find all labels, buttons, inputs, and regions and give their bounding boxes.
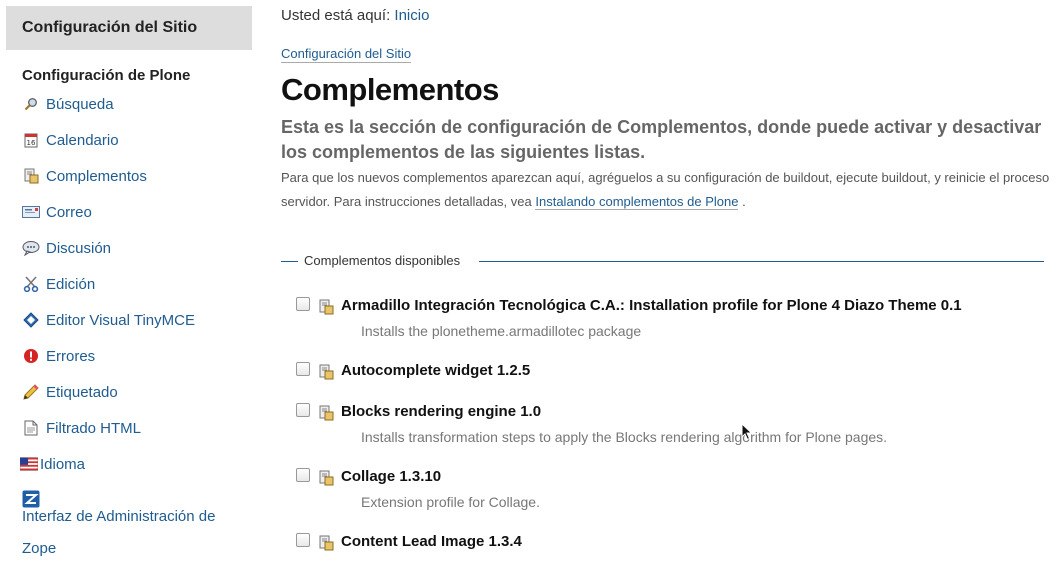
sidebar-item-label[interactable]: Idioma <box>40 456 85 473</box>
available-addons-legend: Complementos disponibles <box>281 252 1044 270</box>
sidebar-item-label[interactable]: Interfaz de Administración de Zope <box>22 501 237 565</box>
install-addons-link[interactable]: Instalando complementos de Plone <box>535 194 739 210</box>
mail-icon <box>22 203 40 221</box>
addon-checkbox[interactable] <box>296 403 310 417</box>
svg-text:16: 16 <box>27 139 36 147</box>
addon-checkbox[interactable] <box>296 297 310 311</box>
legend-divider-left <box>281 261 298 262</box>
sidebar-item-filtrado-html[interactable]: Filtrado HTML <box>22 410 252 446</box>
addon-checkbox[interactable] <box>296 468 310 482</box>
scissors-icon <box>22 275 40 293</box>
description-end: . <box>742 194 746 209</box>
sidebar-section-title: Configuración de Plone <box>22 67 191 84</box>
mouse-cursor-icon <box>741 422 753 446</box>
tinymce-icon <box>22 311 40 329</box>
sidebar-list: Búsqueda 16 Calendario Complementos Corr… <box>6 86 252 565</box>
sidebar-item-correo[interactable]: Correo <box>22 194 252 230</box>
addon-checkbox[interactable] <box>296 362 310 376</box>
addon-description: Installs the plonetheme.armadillotec pac… <box>361 323 642 339</box>
product-icon <box>318 364 334 380</box>
page-title: Complementos <box>281 72 499 107</box>
sidebar-item-busqueda[interactable]: Búsqueda <box>22 86 252 122</box>
document-icon <box>22 419 40 437</box>
sidebar-item-label[interactable]: Complementos <box>46 168 147 185</box>
sidebar-item-label[interactable]: Filtrado HTML <box>46 420 141 437</box>
addon-description: Installs transformation steps to apply t… <box>361 429 888 445</box>
page-lead: Esta es la sección de configuración de C… <box>281 117 1042 162</box>
addon-name[interactable]: Autocomplete widget 1.2.5 <box>341 362 530 379</box>
search-icon <box>22 95 40 113</box>
sidebar-item-label[interactable]: Calendario <box>46 132 119 149</box>
site-setup-link[interactable]: Configuración del Sitio <box>281 46 412 63</box>
addon-name[interactable]: Collage 1.3.10 <box>341 468 441 485</box>
addon-name[interactable]: Content Lead Image 1.3.4 <box>341 533 522 550</box>
sidebar-item-label[interactable]: Búsqueda <box>46 96 114 113</box>
product-icon <box>318 535 334 551</box>
addon-name[interactable]: Armadillo Integración Tecnológica C.A.: … <box>341 297 962 314</box>
sidebar-item-idioma[interactable]: Idioma <box>20 446 252 482</box>
sidebar-item-errores[interactable]: Errores <box>22 338 252 374</box>
product-icon <box>318 470 334 486</box>
sidebar-item-label[interactable]: Etiquetado <box>46 384 118 401</box>
sidebar-item-tinymce[interactable]: Editor Visual TinyMCE <box>22 302 252 338</box>
sidebar-item-label[interactable]: Discusión <box>46 240 111 257</box>
pencil-icon <box>22 383 40 401</box>
legend-divider-right <box>479 261 1044 262</box>
breadcrumb-prefix: Usted está aquí: <box>281 7 391 24</box>
sidebar-item-complementos[interactable]: Complementos <box>22 158 252 194</box>
addon-checkbox[interactable] <box>296 533 310 547</box>
addon-description: Extension profile for Collage. <box>361 494 540 510</box>
sidebar-item-label[interactable]: Editor Visual TinyMCE <box>46 312 195 329</box>
legend-text: Complementos disponibles <box>304 253 461 268</box>
breadcrumb-home-link[interactable]: Inicio <box>394 7 429 24</box>
site-setup-sidebar: Configuración del Sitio Configuración de… <box>6 6 252 565</box>
sidebar-item-edicion[interactable]: Edición <box>22 266 252 302</box>
sidebar-item-label[interactable]: Correo <box>46 204 92 221</box>
flag-icon <box>20 455 38 473</box>
product-icon <box>22 167 40 185</box>
sidebar-item-calendario[interactable]: 16 Calendario <box>22 122 252 158</box>
sidebar-item-discusion[interactable]: Discusión <box>22 230 252 266</box>
discussion-icon <box>22 239 40 257</box>
product-icon <box>318 299 334 315</box>
page-description: Para que los nuevos complementos aparezc… <box>281 166 1056 214</box>
sidebar-item-label[interactable]: Edición <box>46 276 95 293</box>
sidebar-header[interactable]: Configuración del Sitio <box>6 6 252 50</box>
error-icon <box>22 347 40 365</box>
product-icon <box>318 405 334 421</box>
breadcrumb: Usted está aquí: Inicio <box>281 7 429 24</box>
sidebar-item-zmi[interactable]: Interfaz de Administración de Zope <box>22 482 252 565</box>
addon-name[interactable]: Blocks rendering engine 1.0 <box>341 403 541 420</box>
sidebar-item-etiquetado[interactable]: Etiquetado <box>22 374 252 410</box>
sidebar-item-label[interactable]: Errores <box>46 348 95 365</box>
calendar-icon: 16 <box>22 131 40 149</box>
